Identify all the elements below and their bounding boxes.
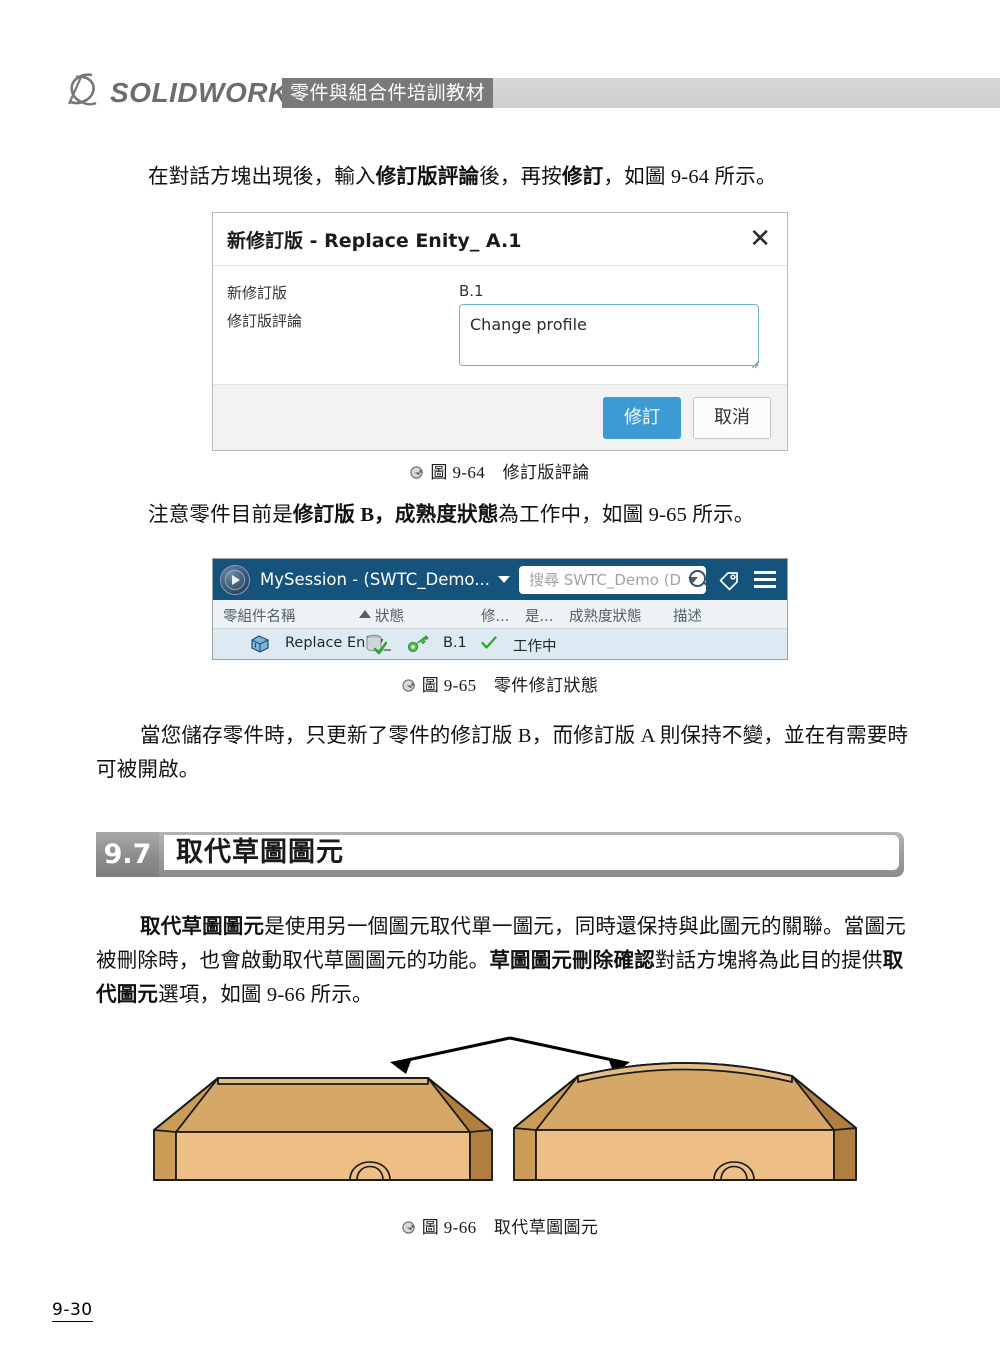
p4-text-3: 對話方塊將為此目的提供: [654, 950, 883, 972]
column-header-name[interactable]: 零組件名稱: [223, 605, 296, 626]
paragraph-save-line1: 當您儲存零件時，只更新了零件的修訂版 B，而修訂版 A 則保持不變，並在有需要時: [140, 725, 909, 747]
database-check-icon: [365, 634, 388, 655]
column-header-maturity[interactable]: 成熟度狀態: [569, 605, 642, 626]
compass-icon[interactable]: [220, 564, 250, 595]
table-row[interactable]: Replace Enity_ B.1 工作中: [213, 629, 787, 659]
p2-bold-1: 修訂版 B: [292, 504, 375, 526]
arrow-head-left: [390, 1058, 412, 1074]
search-placeholder: 搜尋 SWTC_Demo (DS...: [528, 571, 682, 589]
caption-bullet-icon: [402, 1220, 417, 1235]
p2-text-2: 為工作中，如圖 9-65 所示。: [498, 504, 755, 526]
revision-comment-label: 修訂版評論: [227, 312, 303, 330]
revision-comment-input[interactable]: [459, 304, 759, 366]
session-toolbar: MySession - (SWTC_Demo... 搜尋 SWTC_Demo (…: [213, 559, 787, 600]
paragraph-replace-line1: 取代草圖圖元是使用另一個圖元取代單一圖元，同時還保持與此圖元的關聯。當圖元: [140, 910, 906, 944]
search-input[interactable]: 搜尋 SWTC_Demo (DS...: [518, 565, 706, 594]
dassault-systemes-logo-icon: [62, 71, 106, 111]
p4-bold-4: 代圖元: [96, 984, 159, 1006]
cancel-button[interactable]: 取消: [693, 396, 771, 439]
brand-block: SOLIDWORKS: [62, 67, 308, 111]
p4-bold-2: 草圖圖元刪除確認: [489, 950, 655, 972]
p2-text-1: 注意零件目前是: [148, 504, 293, 526]
column-header-status[interactable]: 狀態: [375, 605, 404, 626]
p4-text-1: 是使用另一個圖元取代單一圖元，同時還保持與此圖元的關聯。當圖元: [264, 916, 906, 938]
p2-bold-2: 成熟度狀態: [394, 504, 499, 526]
solid-straight: [153, 1077, 493, 1181]
table-header-row: 零組件名稱 狀態 修... 是... 成熟度狀態 描述: [213, 600, 787, 629]
row-revision: B.1: [443, 635, 467, 651]
session-title: MySession - (SWTC_Demo...: [260, 570, 490, 589]
paragraph-replace-line3: 代圖元選項，如圖 9-66 所示。: [96, 978, 373, 1012]
compass-play-glyph: [232, 574, 240, 585]
caption-fig-964: 圖 9-64 修訂版評論: [0, 458, 1000, 483]
new-revision-value: B.1: [459, 282, 484, 300]
hamburger-menu-icon[interactable]: [754, 567, 776, 592]
p1-bold-1: 修訂版評論: [375, 166, 480, 188]
new-revision-dialog[interactable]: 新修訂版 - Replace Enity_ A.1 ✕ 新修訂版 B.1 修訂版…: [212, 212, 788, 451]
p4-text-2: 被刪除時，也會啟動取代草圖圖元的功能。: [96, 950, 490, 972]
section-title: 取代草圖圖元: [176, 837, 344, 868]
sort-ascending-icon[interactable]: [359, 610, 371, 618]
p4-bold-1: 取代草圖圖元: [140, 916, 265, 938]
dialog-title-bar: 新修訂版 - Replace Enity_ A.1 ✕: [213, 213, 787, 266]
p1-text-1: 在對話方塊出現後，輸入: [148, 166, 376, 188]
dialog-title-text: 新修訂版 - Replace Enity_ A.1: [227, 229, 522, 252]
paragraph-note: 注意零件目前是修訂版 B，成熟度狀態為工作中，如圖 9-65 所示。: [148, 498, 754, 532]
session-panel[interactable]: MySession - (SWTC_Demo... 搜尋 SWTC_Demo (…: [212, 558, 788, 660]
caption-fig-965: 圖 9-65 零件修訂狀態: [0, 671, 1000, 696]
dialog-footer: 修訂 取消: [213, 384, 787, 450]
key-icon: [407, 634, 429, 654]
caption-fig-966: 圖 9-66 取代草圖圖元: [0, 1213, 1000, 1238]
p1-text-3: ，如圖 9-64 所示。: [603, 166, 777, 188]
dialog-body: 新修訂版 B.1 修訂版評論: [213, 266, 787, 384]
p4-text-4: 選項，如圖 9-66 所示。: [158, 984, 373, 1006]
paragraph-save-line2: 可被開啟。: [96, 759, 200, 781]
close-icon[interactable]: ✕: [739, 226, 771, 252]
part-icon: [249, 634, 271, 654]
p2-comma: ，: [374, 504, 395, 526]
section-number: 9.7: [96, 832, 159, 877]
brand-name: SOLIDWORKS: [110, 77, 308, 108]
p1-bold-2: 修訂: [562, 166, 604, 188]
paragraph-replace-line2: 被刪除時，也會啟動取代草圖圖元的功能。草圖圖元刪除確認對話方塊將為此目的提供取: [96, 944, 903, 978]
p4-bold-3: 取: [882, 950, 904, 972]
caption-bullet-icon: [402, 678, 417, 693]
caption-bullet-icon: [410, 465, 425, 480]
book-title: 零件與組合件培訓教材: [282, 78, 494, 108]
search-icon[interactable]: [688, 569, 706, 587]
column-header-latest[interactable]: 是...: [525, 605, 553, 626]
tag-icon[interactable]: [718, 569, 740, 591]
column-header-revision[interactable]: 修...: [481, 605, 509, 626]
paragraph-intro: 在對話方塊出現後，輸入修訂版評論後，再按修訂，如圖 9-64 所示。: [148, 160, 777, 194]
chevron-down-icon[interactable]: [497, 576, 510, 583]
caption-fig-966-text: 圖 9-66 取代草圖圖元: [421, 1218, 599, 1237]
caption-fig-964-text: 圖 9-64 修訂版評論: [430, 463, 590, 482]
p1-text-2: 後，再按: [479, 166, 563, 188]
solid-curved: [513, 1062, 857, 1181]
revise-button[interactable]: 修訂: [603, 396, 681, 439]
annotation-arrows: [397, 1036, 623, 1064]
column-header-description[interactable]: 描述: [673, 605, 702, 626]
page-number: 9-30: [52, 1300, 93, 1322]
caption-fig-965-text: 圖 9-65 零件修訂狀態: [421, 676, 599, 695]
figure-966-illustration: [140, 1010, 880, 1210]
check-icon: [481, 636, 497, 650]
row-maturity: 工作中: [513, 639, 557, 655]
new-revision-label: 新修訂版: [227, 284, 288, 302]
section-heading: 9.7 取代草圖圖元: [96, 832, 904, 877]
page-header: SOLIDWORKS 零件與組合件培訓教材: [0, 0, 1000, 120]
